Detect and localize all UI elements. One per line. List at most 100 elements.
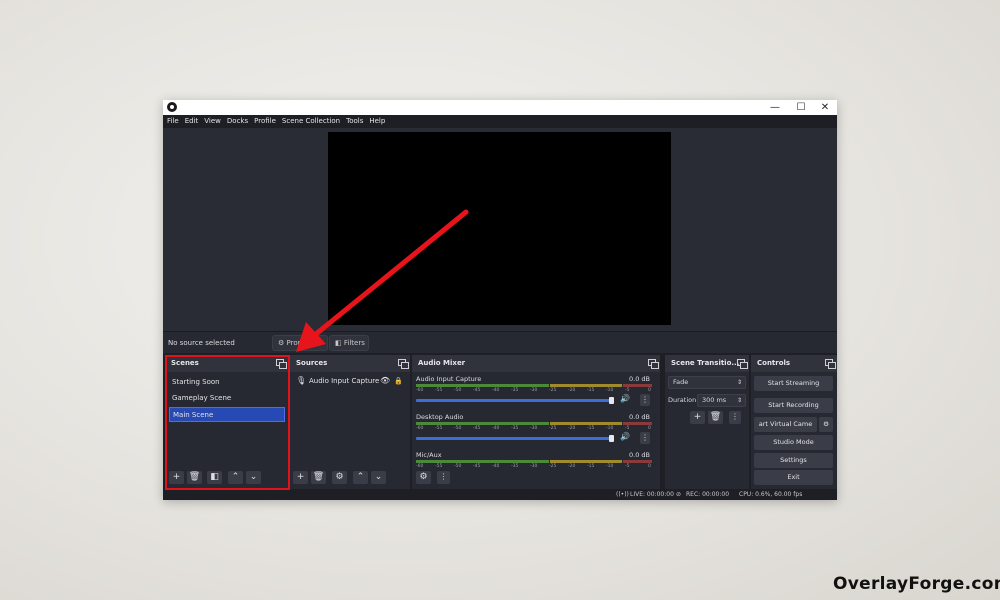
volume-knob[interactable]	[609, 397, 614, 404]
controls-panel: Controls Start Streaming Start Recording…	[751, 355, 837, 489]
trash-icon: 🗑	[312, 472, 325, 482]
channel-menu-button[interactable]: ⋮	[640, 394, 650, 406]
level-meter	[416, 460, 652, 463]
chevron-down-icon: ⌄	[374, 472, 383, 482]
menu-bar: File Edit View Docks Profile Scene Colle…	[163, 115, 837, 128]
mixer-settings-button[interactable]: ⚙	[416, 471, 431, 484]
move-source-down-button[interactable]: ⌄	[371, 471, 386, 484]
audio-mixer-panel: Audio Mixer Audio Input Capture 0.0 dB -…	[412, 355, 660, 489]
status-bar: ((•)) LIVE: 00:00:00 ⊘ REC: 00:00:00 CPU…	[163, 489, 837, 500]
volume-slider[interactable]	[416, 437, 612, 440]
preview-area	[163, 128, 837, 331]
add-transition-button[interactable]: +	[690, 411, 705, 424]
menu-scene-collection[interactable]: Scene Collection	[282, 115, 340, 128]
source-label: Audio Input Capture	[309, 377, 380, 385]
duration-input[interactable]: 300 ms ⇕	[697, 394, 746, 407]
sources-title: Sources	[296, 359, 328, 367]
mixer-menu-button[interactable]: ⋮	[437, 471, 450, 484]
menu-help[interactable]: Help	[369, 115, 385, 128]
scene-transitions-panel: Scene Transitio... Fade ⇕ Duration 300 m…	[665, 355, 749, 489]
start-recording-button[interactable]: Start Recording	[754, 398, 833, 413]
mixer-channel-desktop-audio: Desktop Audio 0.0 dB -60 -55 -50 -45 -40 -35-…	[416, 413, 656, 449]
mixer-channel-audio-input: Audio Input Capture 0.0 dB -60 -55 -50 -45-…	[416, 375, 656, 411]
filters-button[interactable]: ◧ Filters	[329, 335, 369, 351]
start-virtual-camera-button[interactable]: art Virtual Came	[754, 417, 817, 432]
undock-icon[interactable]	[825, 359, 836, 369]
controls-header: Controls	[751, 355, 837, 372]
speaker-icon[interactable]: 🔊	[620, 394, 630, 403]
audio-mixer-header: Audio Mixer	[412, 355, 660, 372]
properties-button[interactable]: ⚙ Properties	[272, 335, 328, 351]
filters-icon: ◧	[335, 339, 342, 347]
channel-db: 0.0 dB	[629, 413, 650, 421]
source-item[interactable]: 🎙 Audio Input Capture 👁 🔒	[294, 374, 406, 388]
chevron-up-icon: ⌃	[356, 472, 365, 482]
source-properties-button[interactable]: ⚙	[332, 471, 347, 484]
channel-name: Audio Input Capture	[416, 375, 482, 383]
filters-label: Filters	[343, 339, 365, 347]
start-streaming-button[interactable]: Start Streaming	[754, 376, 833, 391]
channel-db: 0.0 dB	[629, 375, 650, 383]
level-meter	[416, 384, 652, 387]
add-source-button[interactable]: +	[293, 471, 308, 484]
level-meter	[416, 422, 652, 425]
transition-menu-button[interactable]: ⋮	[729, 411, 741, 424]
menu-file[interactable]: File	[167, 115, 179, 128]
menu-docks[interactable]: Docks	[227, 115, 248, 128]
kebab-icon: ⋮	[641, 433, 649, 442]
volume-knob[interactable]	[609, 435, 614, 442]
maximize-button[interactable]: ☐	[790, 100, 812, 115]
remove-source-button[interactable]: 🗑	[311, 471, 326, 484]
scene-transitions-title: Scene Transitio...	[671, 359, 740, 367]
properties-label: Properties	[286, 339, 322, 347]
gear-icon: ⚙	[278, 339, 285, 347]
gear-icon: ⚙	[335, 472, 344, 482]
source-toolbar: No source selected ⚙ Properties ◧ Filter…	[163, 331, 837, 353]
channel-name: Mic/Aux	[416, 451, 442, 459]
kebab-icon: ⋮	[641, 395, 649, 404]
virtual-camera-settings-button[interactable]: ⚙	[819, 417, 833, 432]
chevron-updown-icon: ⇕	[736, 379, 742, 386]
transition-select[interactable]: Fade ⇕	[668, 376, 746, 389]
eye-icon[interactable]: 👁	[380, 374, 390, 388]
remove-transition-button[interactable]: 🗑	[708, 411, 723, 424]
undock-icon[interactable]	[737, 359, 748, 369]
menu-tools[interactable]: Tools	[346, 115, 363, 128]
studio-mode-button[interactable]: Studio Mode	[754, 435, 833, 450]
kebab-icon: ⋮	[731, 412, 739, 421]
volume-slider[interactable]	[416, 399, 612, 402]
move-source-up-button[interactable]: ⌃	[353, 471, 368, 484]
chevron-updown-icon: ⇕	[736, 397, 742, 404]
meter-ticks: -60 -55 -50 -45 -40 -35 -30 -25 -20 -15 -10 -5 0	[416, 464, 651, 469]
lock-icon[interactable]: 🔒	[394, 374, 403, 388]
settings-button[interactable]: Settings	[754, 453, 833, 468]
no-source-label: No source selected	[168, 339, 235, 347]
undock-icon[interactable]	[398, 359, 409, 369]
mixer-channel-mic-aux: Mic/Aux 0.0 dB -60 -55 -50 -45 -40 -35 -30 -25-…	[416, 451, 656, 487]
menu-profile[interactable]: Profile	[254, 115, 276, 128]
menu-edit[interactable]: Edit	[185, 115, 199, 128]
rec-timer: REC: 00:00:00	[686, 491, 730, 498]
duration-value: 300 ms	[702, 396, 727, 404]
exit-button[interactable]: Exit	[754, 470, 833, 485]
plus-icon: +	[296, 472, 305, 482]
live-icon: ((•))	[616, 491, 629, 498]
minimize-button[interactable]: —	[764, 100, 786, 115]
speaker-icon[interactable]: 🔊	[620, 432, 630, 441]
live-timer: LIVE: 00:00:00	[630, 491, 674, 498]
gear-icon: ⚙	[823, 420, 829, 428]
sources-panel: Sources 🎙 Audio Input Capture 👁 🔒 + 🗑 ⚙ …	[290, 355, 410, 489]
gear-icon: ⚙	[419, 472, 428, 482]
duration-label: Duration	[668, 396, 697, 404]
scene-transitions-header: Scene Transitio...	[665, 355, 749, 372]
channel-menu-button[interactable]: ⋮	[640, 432, 650, 444]
preview-canvas[interactable]	[328, 132, 671, 325]
plus-icon: +	[693, 412, 702, 422]
title-bar: — ☐ ✕	[163, 100, 837, 115]
obs-logo-icon	[167, 102, 177, 112]
rec-icon: ⊘	[676, 491, 682, 498]
menu-view[interactable]: View	[204, 115, 221, 128]
channel-name: Desktop Audio	[416, 413, 464, 421]
close-button[interactable]: ✕	[814, 100, 836, 115]
undock-icon[interactable]	[648, 359, 659, 369]
